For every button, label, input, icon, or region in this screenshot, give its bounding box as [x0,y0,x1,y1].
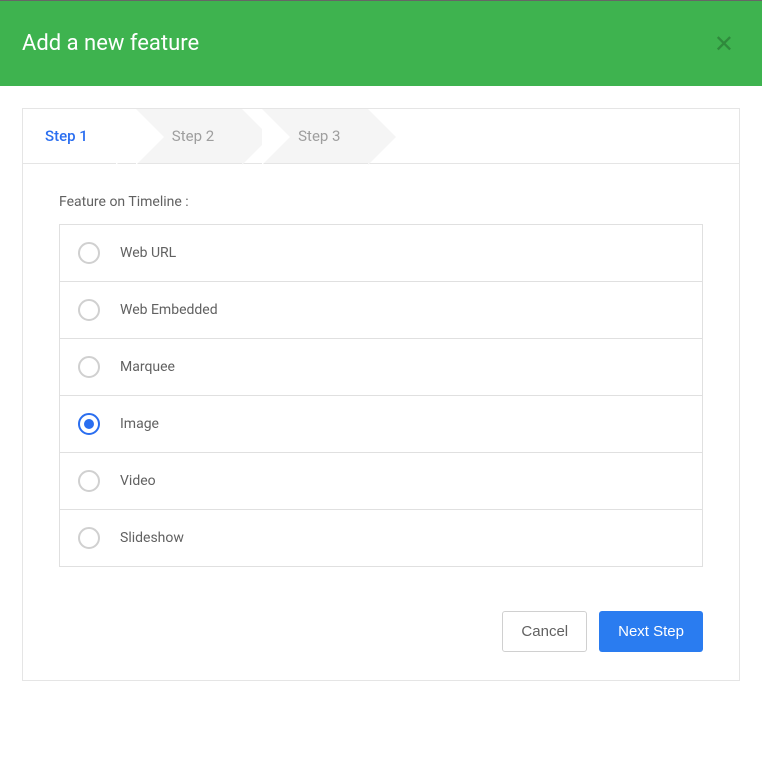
modal-header: Add a new feature ✕ [0,0,762,86]
option-label: Image [120,416,159,432]
step-label: Step 3 [298,127,340,145]
option-label: Web Embedded [120,302,218,318]
cancel-button[interactable]: Cancel [502,611,587,652]
radio-icon [78,242,100,264]
option-image[interactable]: Image [60,396,702,453]
wizard-step-3[interactable]: Step 3 [262,109,368,163]
radio-icon [78,299,100,321]
radio-icon [78,527,100,549]
wizard-step-2[interactable]: Step 2 [136,109,242,163]
option-web-embedded[interactable]: Web Embedded [60,282,702,339]
section-label: Feature on Timeline : [59,194,703,210]
radio-icon [78,470,100,492]
option-web-url[interactable]: Web URL [60,225,702,282]
button-row: Cancel Next Step [23,589,739,680]
close-icon[interactable]: ✕ [708,32,740,56]
option-label: Slideshow [120,530,184,546]
modal-box: Step 1 Step 2 Step 3 Feature on Timeline… [22,108,740,681]
feature-options-list: Web URL Web Embedded Marquee Image Video [59,224,703,567]
form-area: Feature on Timeline : Web URL Web Embedd… [23,164,739,589]
modal-body-wrapper: Step 1 Step 2 Step 3 Feature on Timeline… [0,86,762,703]
radio-icon [78,413,100,435]
option-label: Video [120,473,156,489]
modal-title: Add a new feature [22,31,199,56]
option-label: Web URL [120,245,176,261]
step-label: Step 2 [172,127,214,145]
next-step-button[interactable]: Next Step [599,611,703,652]
wizard-steps: Step 1 Step 2 Step 3 [23,109,739,164]
option-marquee[interactable]: Marquee [60,339,702,396]
option-slideshow[interactable]: Slideshow [60,510,702,566]
wizard-step-1[interactable]: Step 1 [23,109,116,163]
radio-icon [78,356,100,378]
step-label: Step 1 [45,127,88,145]
option-video[interactable]: Video [60,453,702,510]
option-label: Marquee [120,359,175,375]
